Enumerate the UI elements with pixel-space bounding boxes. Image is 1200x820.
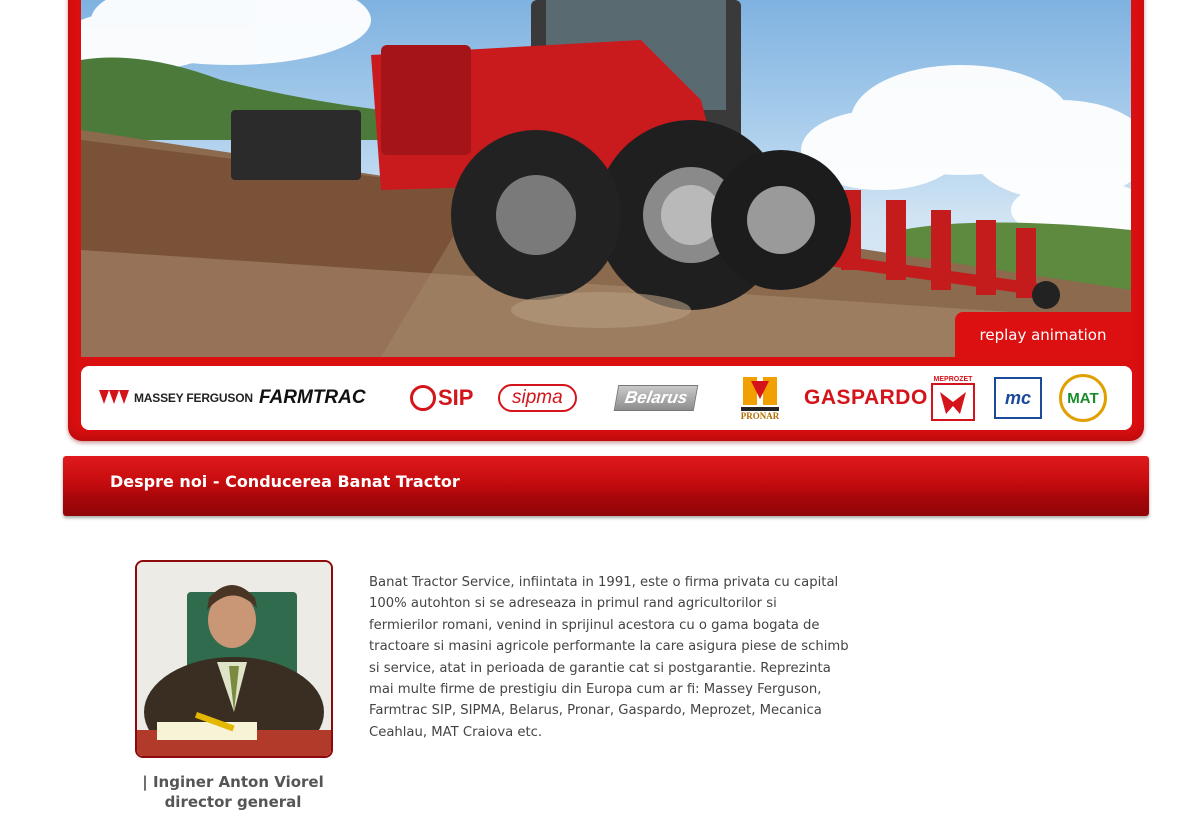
sip-logo[interactable]: SIP: [410, 366, 473, 430]
pronar-logo[interactable]: PRONAR: [737, 366, 783, 430]
mat-craiova-logo[interactable]: MAT: [1059, 366, 1107, 430]
gaspardo-logo[interactable]: GASPARDO: [804, 366, 928, 430]
mecanica-ceahlau-logo[interactable]: mc: [994, 366, 1042, 430]
brand-name: FARMTRAC: [259, 387, 366, 408]
brand-name: MASSEY FERGUSON: [134, 391, 253, 405]
massey-ferguson-logo[interactable]: MASSEY FERGUSON: [99, 366, 253, 430]
hero-tractor-image: [81, 0, 1131, 357]
section-title-bar: Despre noi - Conducerea Banat Tractor: [63, 456, 1149, 516]
brand-name: GASPARDO: [804, 386, 928, 409]
massey-ferguson-triple-triangle-icon: [99, 390, 129, 404]
brand-name: mc: [994, 377, 1042, 419]
brand-name: Belarus: [613, 385, 699, 411]
brand-name: MEPROZET: [933, 375, 973, 383]
director-name: | Inginer Anton Viorel: [142, 773, 324, 791]
director-photo: [135, 560, 333, 758]
farmtrac-logo[interactable]: FARMTRAC: [259, 366, 366, 430]
brand-name: SIP: [438, 385, 474, 410]
sip-ring-icon: [410, 385, 436, 411]
pronar-mark-icon: [741, 377, 779, 411]
brand-logos-strip: MASSEY FERGUSON FARMTRAC SIP sipma Belar…: [81, 366, 1132, 430]
director-role: director general: [164, 793, 302, 811]
meprozet-mark-icon: [931, 382, 975, 421]
section-title: Despre noi - Conducerea Banat Tractor: [110, 472, 460, 491]
meprozet-logo[interactable]: MEPROZET: [931, 366, 975, 430]
brand-name: sipma: [498, 384, 577, 412]
replay-animation-button[interactable]: replay animation: [955, 312, 1131, 358]
about-paragraph: Banat Tractor Service, infiintata in 199…: [369, 575, 849, 740]
director-caption: | Inginer Anton Viorel director general: [118, 772, 348, 812]
sipma-logo[interactable]: sipma: [498, 366, 577, 430]
brand-name: PRONAR: [740, 411, 780, 421]
brand-name: MAT: [1059, 374, 1107, 422]
belarus-logo[interactable]: Belarus: [613, 366, 699, 430]
